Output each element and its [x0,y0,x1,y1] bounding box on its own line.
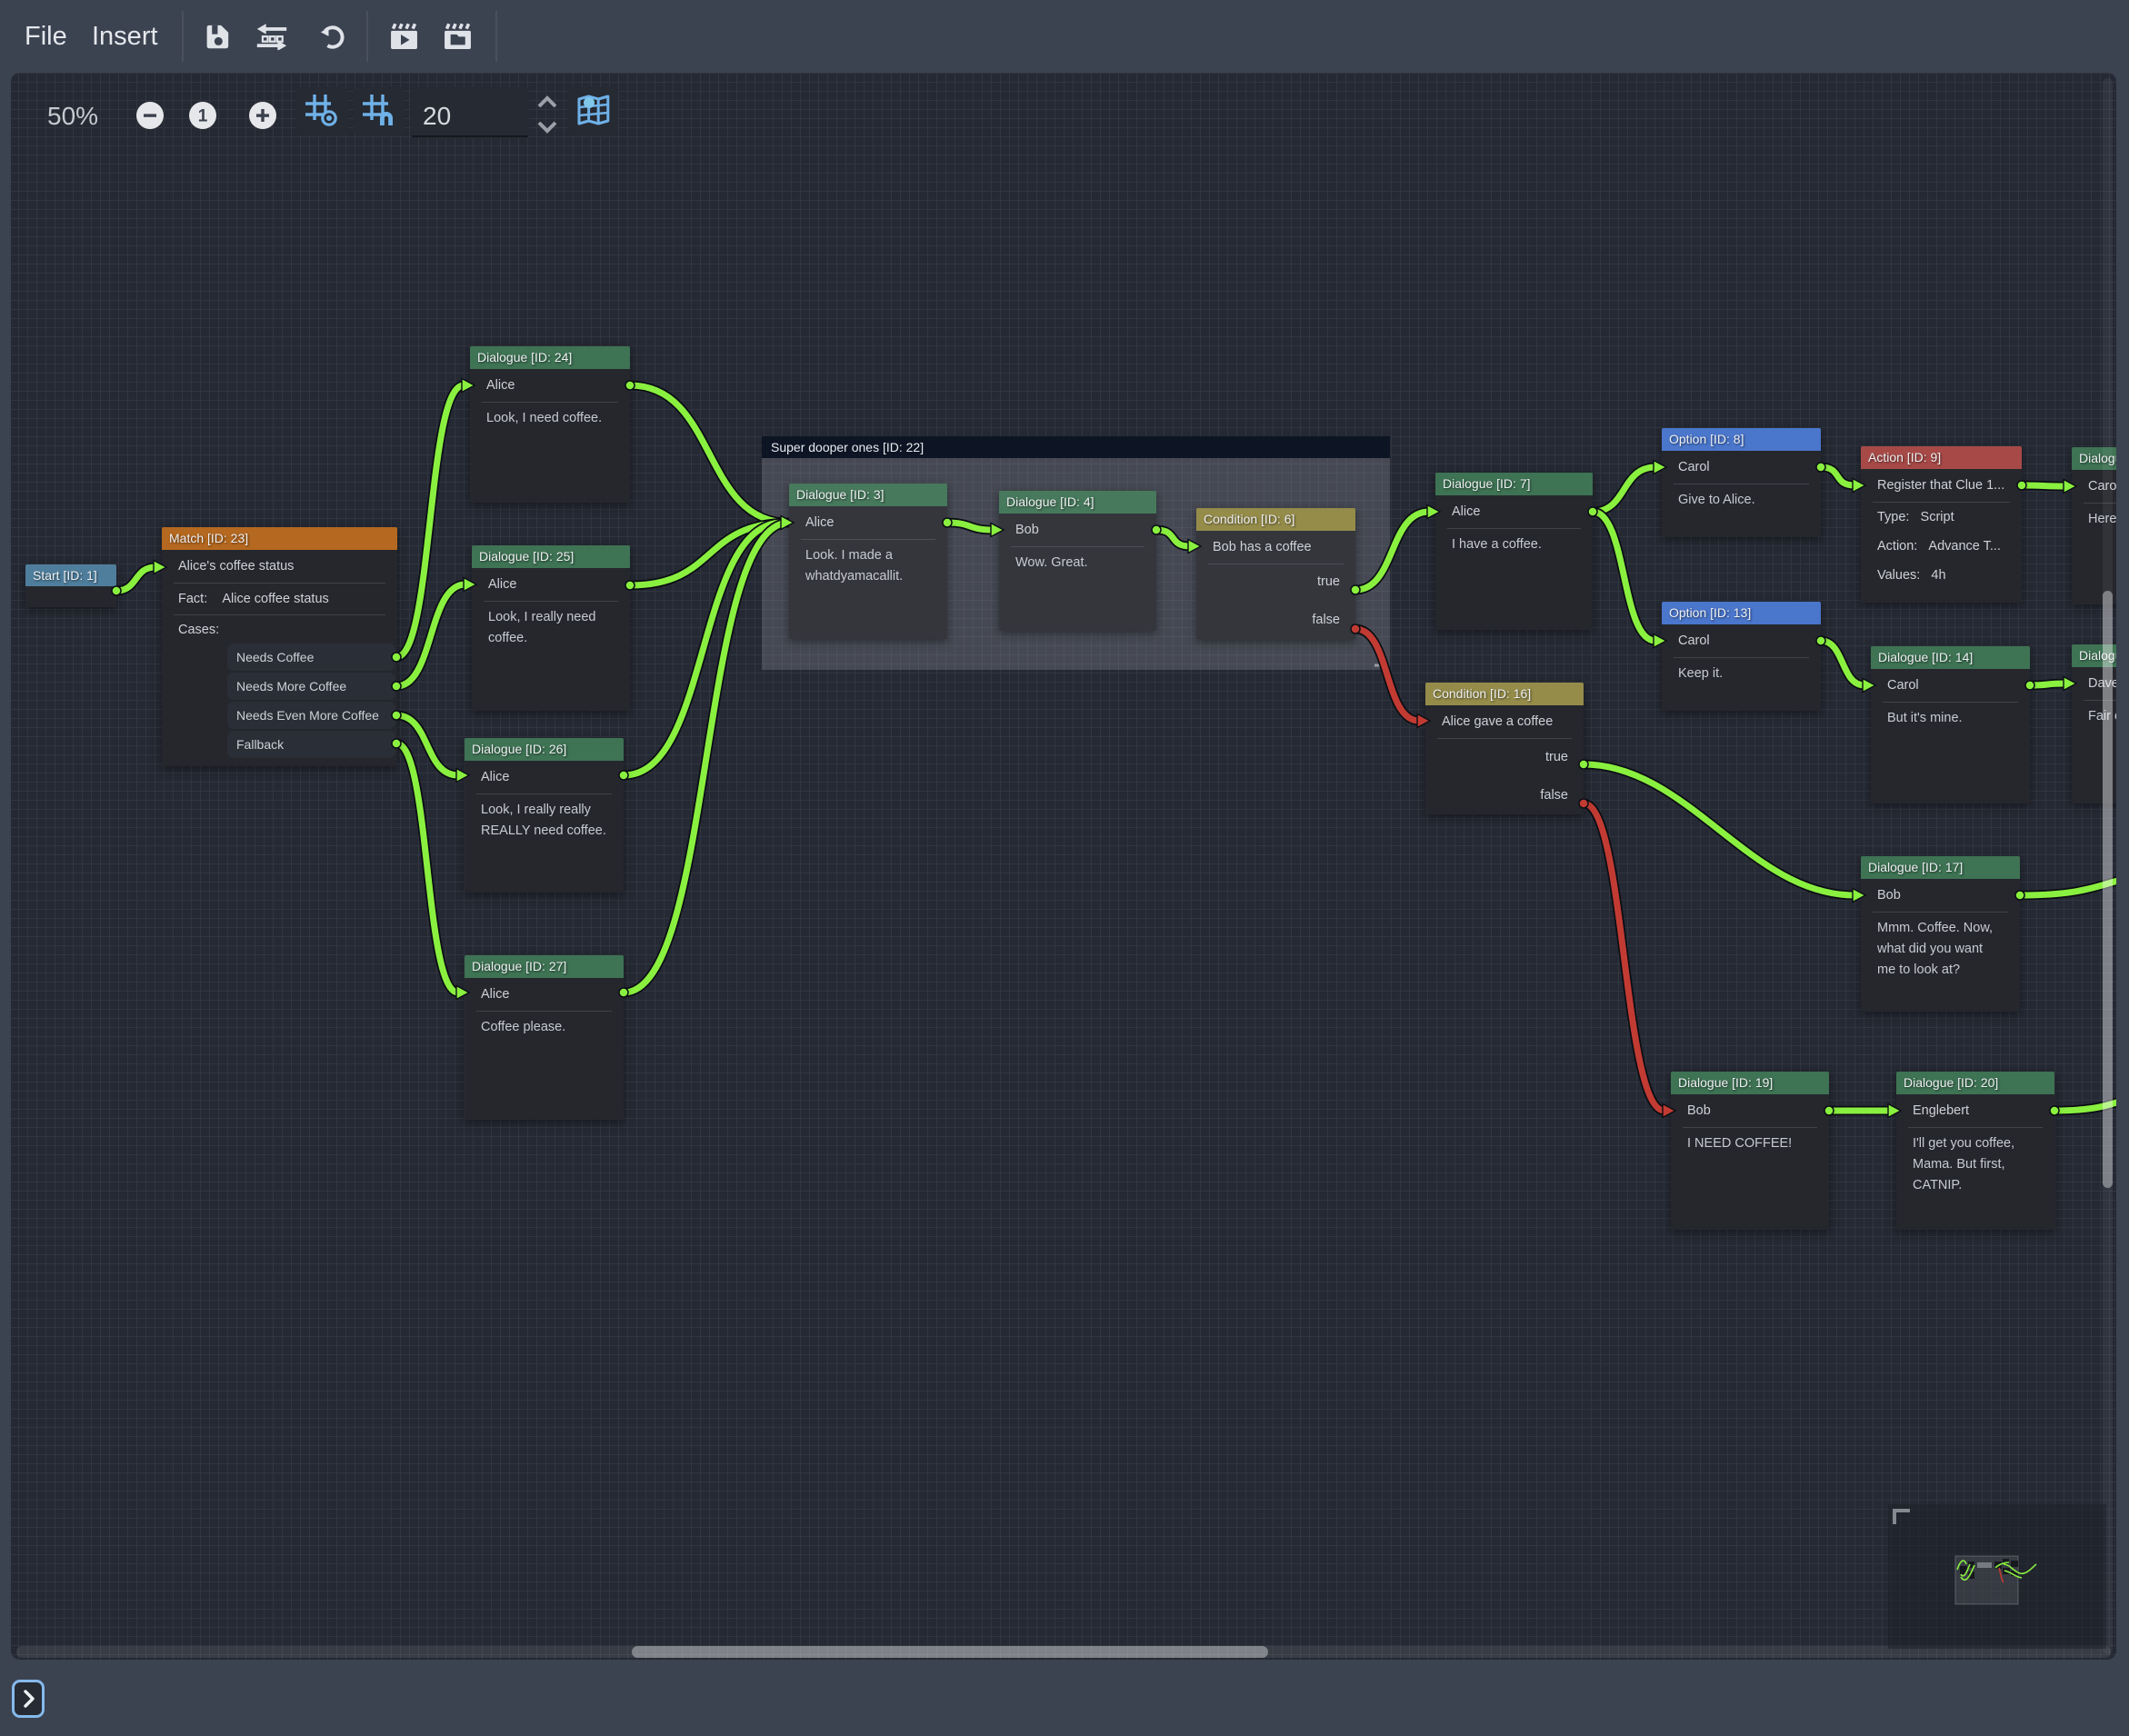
svg-text:1: 1 [198,107,208,126]
